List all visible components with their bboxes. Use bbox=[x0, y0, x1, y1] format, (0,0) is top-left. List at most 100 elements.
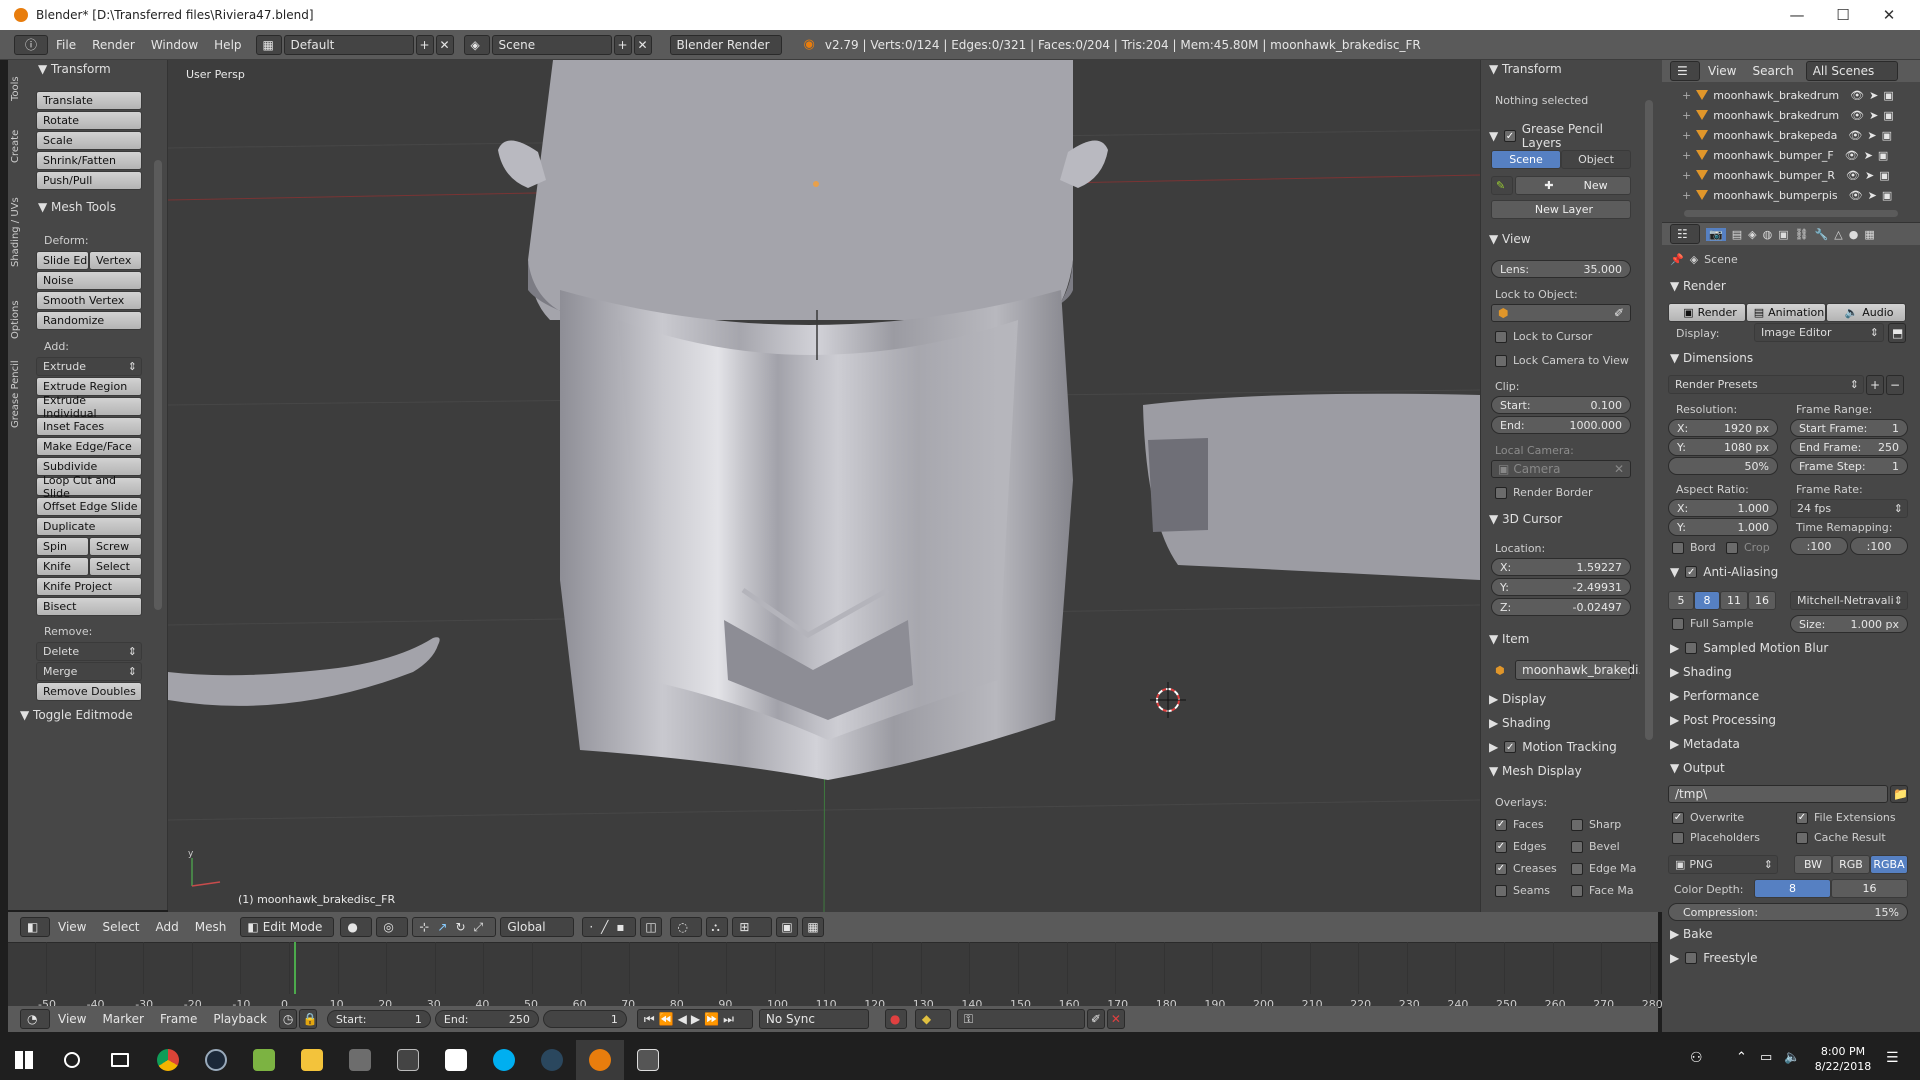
shrink-fatten-button[interactable]: Shrink/Fatten bbox=[36, 151, 142, 170]
tab-tools[interactable]: Tools bbox=[10, 66, 28, 112]
cursor-arrow-icon[interactable]: ➤ bbox=[1867, 129, 1876, 142]
res-percentage-field[interactable]: 50% bbox=[1668, 457, 1778, 475]
gp-object-button[interactable]: Object bbox=[1561, 150, 1631, 169]
insert-keyframe-icon[interactable]: ✐ bbox=[1086, 1009, 1105, 1029]
outliner-type-icon[interactable]: ☰ bbox=[1670, 61, 1700, 81]
blender-taskbar-icon[interactable] bbox=[576, 1040, 624, 1080]
expand-icon[interactable]: + bbox=[1682, 189, 1691, 202]
scale-manipulator-icon[interactable]: ⤢ bbox=[474, 920, 484, 935]
spin-button[interactable]: Spin bbox=[36, 537, 89, 556]
manipulator-widgets[interactable]: ⊹ ↗ ↻ ⤢ bbox=[412, 917, 497, 937]
lock-cursor-checkbox[interactable] bbox=[1495, 330, 1507, 343]
translate-button[interactable]: Translate bbox=[36, 91, 142, 110]
output-path-field[interactable]: /tmp\ bbox=[1668, 785, 1888, 803]
scale-button[interactable]: Scale bbox=[36, 131, 142, 150]
object-tab-icon[interactable]: ▣ bbox=[1778, 228, 1788, 241]
randomize-button[interactable]: Randomize bbox=[36, 311, 142, 330]
push-pull-button[interactable]: Push/Pull bbox=[36, 171, 142, 190]
duplicate-button[interactable]: Duplicate bbox=[36, 517, 142, 536]
edges-checkbox[interactable]: ✓ bbox=[1495, 840, 1507, 853]
select-mode-buttons[interactable]: · ╱ ▪ bbox=[582, 917, 637, 937]
tab-grease-pencil[interactable]: Grease Pencil bbox=[10, 356, 28, 432]
color-rgba-button[interactable]: RGBA bbox=[1870, 855, 1908, 874]
snap-toggle-icon[interactable]: ⛬ bbox=[706, 917, 729, 937]
pencil-icon[interactable]: ✎ bbox=[1491, 176, 1513, 195]
layout-select[interactable]: Default bbox=[283, 34, 414, 55]
notepad-icon[interactable] bbox=[240, 1040, 288, 1080]
game-icon[interactable] bbox=[336, 1040, 384, 1080]
cache-result-row[interactable]: Cache Result bbox=[1796, 831, 1886, 844]
cursor-arrow-icon[interactable]: ➤ bbox=[1864, 149, 1873, 162]
faces-checkbox[interactable]: ✓ bbox=[1495, 818, 1507, 831]
extrude-individual-button[interactable]: Extrude Individual bbox=[36, 394, 142, 420]
overlay-edge-marks[interactable]: Edge Ma bbox=[1571, 862, 1636, 875]
loop-cut-slide-button[interactable]: Loop Cut and Slide bbox=[36, 474, 142, 500]
n-display-header[interactable]: ▶ Display bbox=[1489, 692, 1546, 706]
motion-blur-checkbox[interactable] bbox=[1685, 642, 1698, 654]
chrome-icon[interactable] bbox=[144, 1040, 192, 1080]
delete-select[interactable]: Delete ⇕ bbox=[36, 642, 142, 661]
outliner-item[interactable]: + moonhawk_brakedrum 👁 ➤ ▣ bbox=[1682, 106, 1894, 124]
vertex-select-icon[interactable]: · bbox=[589, 920, 593, 934]
panel-toggle-editmode-header[interactable]: ▼ Toggle Editmode bbox=[20, 708, 133, 722]
n-shading-header[interactable]: ▶ Shading bbox=[1489, 716, 1551, 730]
end-frame-field[interactable]: End Frame: 250 bbox=[1790, 438, 1908, 456]
border-row[interactable]: Bord bbox=[1672, 541, 1716, 554]
delete-keyframe-icon[interactable]: ✕ bbox=[1106, 1009, 1125, 1029]
clip-start-field[interactable]: Start: 0.100 bbox=[1491, 396, 1631, 414]
search-icon[interactable] bbox=[48, 1040, 96, 1080]
render-camera-icon[interactable]: ▣ bbox=[1879, 169, 1889, 182]
snap-element-select[interactable]: ⊞ bbox=[732, 917, 773, 937]
end-field[interactable]: End: 250 bbox=[434, 1010, 539, 1028]
sticky-notes-icon[interactable] bbox=[432, 1040, 480, 1080]
close-button[interactable]: ✕ bbox=[1866, 0, 1912, 30]
depth-16-button[interactable]: 16 bbox=[1831, 879, 1908, 898]
pivot-point-select[interactable]: ◎ bbox=[376, 917, 409, 937]
pin-icon[interactable]: 📌 bbox=[1670, 253, 1684, 266]
motion-blur-panel-header[interactable]: ▶ Sampled Motion Blur bbox=[1670, 641, 1828, 655]
cursor-z-field[interactable]: Z: -0.02497 bbox=[1491, 598, 1631, 616]
preset-add-icon[interactable]: + bbox=[1866, 375, 1884, 395]
shading-panel-header[interactable]: ▶ Shading bbox=[1670, 665, 1732, 679]
current-frame-field[interactable]: 1 bbox=[542, 1010, 627, 1028]
render-camera-icon[interactable]: ▣ bbox=[1883, 89, 1893, 102]
gp-new-button[interactable]: ✚ New bbox=[1515, 176, 1631, 195]
aa-filter-select[interactable]: Mitchell-Netravali ⇕ bbox=[1790, 591, 1908, 610]
photos-icon[interactable] bbox=[624, 1040, 672, 1080]
crop-checkbox[interactable] bbox=[1726, 541, 1738, 554]
cursor-arrow-icon[interactable]: ➤ bbox=[1868, 189, 1877, 202]
3d-cursor-icon[interactable] bbox=[1150, 682, 1186, 718]
eye-icon[interactable]: 👁 bbox=[1850, 89, 1864, 102]
face-select-icon[interactable]: ▪ bbox=[616, 920, 624, 934]
menu-render[interactable]: Render bbox=[84, 38, 143, 52]
metadata-panel-header[interactable]: ▶ Metadata bbox=[1670, 737, 1740, 751]
overlay-sharp[interactable]: Sharp bbox=[1571, 818, 1621, 831]
clip-end-field[interactable]: End: 1000.000 bbox=[1491, 416, 1631, 434]
clock[interactable]: 8:00 PM 8/22/2018 bbox=[1808, 1044, 1878, 1074]
n-view-header[interactable]: ▼ View bbox=[1489, 232, 1531, 246]
play-reverse-icon[interactable]: ◀ bbox=[678, 1012, 687, 1026]
layout-remove-icon[interactable]: ✕ bbox=[435, 34, 454, 55]
render-camera-icon[interactable]: ▣ bbox=[1882, 129, 1892, 142]
aa-samples-5[interactable]: 5 bbox=[1668, 591, 1694, 610]
color-rgb-button[interactable]: RGB bbox=[1832, 855, 1870, 874]
menu-help[interactable]: Help bbox=[206, 38, 249, 52]
res-x-field[interactable]: X: 1920 px bbox=[1668, 419, 1778, 437]
bake-panel-header[interactable]: ▶ Bake bbox=[1670, 927, 1713, 941]
n-grease-pencil-header[interactable]: ▼ ✓ Grease Pencil Layers bbox=[1489, 122, 1640, 150]
scene-add-icon[interactable]: + bbox=[613, 34, 632, 55]
creases-checkbox[interactable]: ✓ bbox=[1495, 862, 1507, 875]
color-bw-button[interactable]: BW bbox=[1794, 855, 1832, 874]
keying-set-field[interactable]: ⚿ bbox=[956, 1009, 1085, 1029]
full-sample-row[interactable]: Full Sample bbox=[1672, 617, 1754, 630]
volume-icon[interactable]: 🔈 bbox=[1784, 1050, 1800, 1065]
freestyle-checkbox[interactable] bbox=[1685, 952, 1698, 964]
tab-options[interactable]: Options bbox=[10, 292, 28, 348]
smooth-vertex-button[interactable]: Smooth Vertex bbox=[36, 291, 142, 310]
remove-doubles-button[interactable]: Remove Doubles bbox=[36, 682, 142, 701]
render-button[interactable]: ▣ Render bbox=[1668, 303, 1746, 322]
menu-window[interactable]: Window bbox=[143, 38, 206, 52]
overlay-faces[interactable]: ✓ Faces bbox=[1495, 818, 1544, 831]
performance-panel-header[interactable]: ▶ Performance bbox=[1670, 689, 1759, 703]
bevel-checkbox[interactable] bbox=[1571, 840, 1583, 853]
